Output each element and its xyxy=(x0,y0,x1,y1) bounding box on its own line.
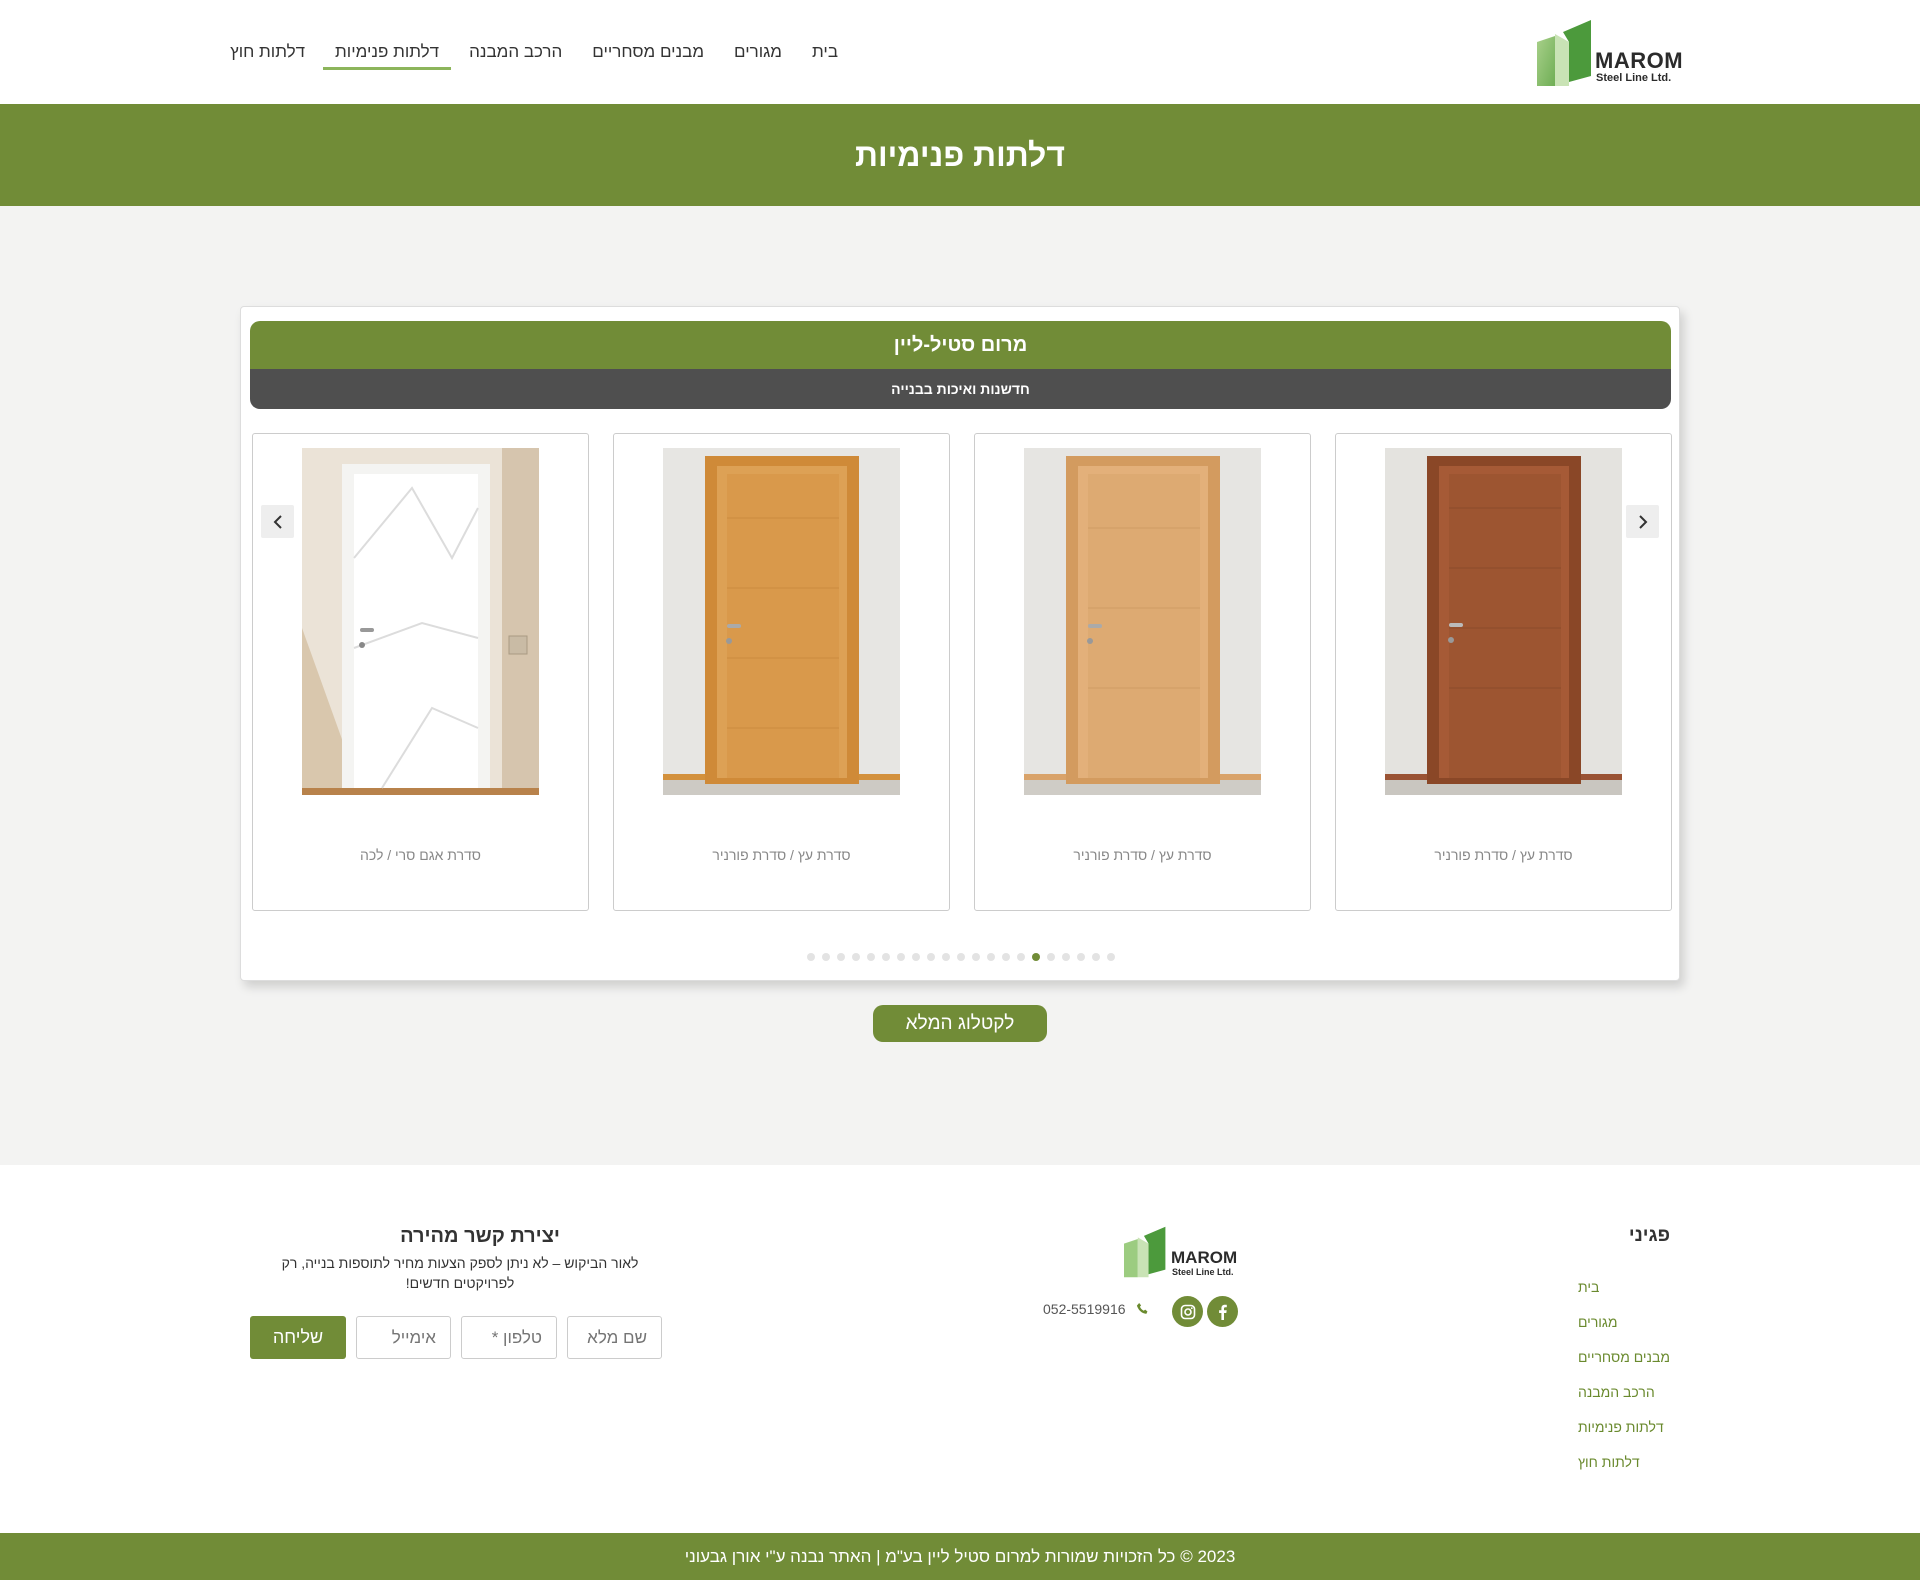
site-logo[interactable]: MAROM Steel Line Ltd. xyxy=(1537,20,1684,86)
nav-item-interior-doors[interactable]: דלתות פנימיות xyxy=(323,0,452,104)
footer-phone[interactable]: 052-5519916 xyxy=(1043,1301,1150,1317)
carousel-dot[interactable] xyxy=(1017,953,1025,961)
carousel-dot[interactable] xyxy=(1062,953,1070,961)
carousel-dot[interactable] xyxy=(837,953,845,961)
carousel-dot[interactable] xyxy=(882,953,890,961)
footer-link-interior-doors[interactable]: דלתות פנימיות xyxy=(1578,1410,1664,1445)
product-card[interactable]: סדרת עץ / סדרת פורניר xyxy=(974,433,1311,911)
product-card[interactable]: סדרת אגם סרי / לכה xyxy=(252,433,589,911)
footer-link-structure[interactable]: הרכב המבנה xyxy=(1578,1375,1655,1410)
email-input[interactable] xyxy=(356,1316,451,1359)
carousel-dot[interactable] xyxy=(1047,953,1055,961)
phone-input[interactable] xyxy=(461,1316,557,1359)
footer-logo-brand: MAROM xyxy=(1171,1248,1238,1267)
full-catalog-button[interactable]: לקטלוג המלא xyxy=(873,1005,1047,1042)
carousel-dot[interactable] xyxy=(1092,953,1100,961)
chevron-right-icon xyxy=(1638,514,1647,529)
facebook-icon xyxy=(1218,1304,1227,1320)
footer-links: בית מגורים מבנים מסחריים הרכב המבנה דלתו… xyxy=(1578,1270,1670,1480)
logo-sub-text: Steel Line Ltd. xyxy=(1596,72,1672,84)
nav-item-residential[interactable]: מגורים xyxy=(722,0,794,104)
footer-link-residential[interactable]: מגורים xyxy=(1578,1305,1618,1340)
product-caption: סדרת עץ / סדרת פורניר xyxy=(1434,847,1573,863)
footer-pages-title: פגיני xyxy=(1628,1225,1670,1246)
phone-number: 052-5519916 xyxy=(1043,1301,1126,1317)
walnut-door-image[interactable] xyxy=(1385,448,1622,795)
carousel-dot[interactable] xyxy=(942,953,950,961)
copyright-text: 2023 © כל הזכויות שמורות למרום סטיל ליין… xyxy=(684,1547,1236,1566)
footer-logo-sub: Steel Line Ltd. xyxy=(1172,1267,1234,1277)
carousel-dot[interactable] xyxy=(1107,953,1115,961)
product-caption: סדרת אגם סרי / לכה xyxy=(360,847,481,863)
logo-mark-icon xyxy=(1124,1226,1166,1278)
nav-item-home[interactable]: בית xyxy=(800,0,850,104)
footer-link-home[interactable]: בית xyxy=(1578,1270,1599,1305)
instagram-link[interactable] xyxy=(1172,1296,1203,1327)
white-lacquer-door-image[interactable] xyxy=(302,448,539,795)
send-button[interactable]: שליחה xyxy=(250,1316,346,1359)
carousel-dot[interactable] xyxy=(867,953,875,961)
carousel-prev-button[interactable] xyxy=(261,505,294,538)
nav-item-exterior-doors[interactable]: דלתות חוץ xyxy=(218,0,317,104)
facebook-link[interactable] xyxy=(1207,1296,1238,1327)
carousel-dot[interactable] xyxy=(822,953,830,961)
product-caption: סדרת עץ / סדרת פורניר xyxy=(712,847,851,863)
oak-veneer-door-image[interactable] xyxy=(663,448,900,795)
carousel-dot[interactable] xyxy=(852,953,860,961)
phone-icon xyxy=(1136,1303,1147,1314)
product-carousel: מרום סטיל-ליין חדשנות ואיכות בבנייה סדרת… xyxy=(240,306,1680,981)
page-title: דלתות פנימיות xyxy=(855,137,1065,173)
carousel-next-button[interactable] xyxy=(1626,505,1659,538)
carousel-dot[interactable] xyxy=(1002,953,1010,961)
carousel-dot[interactable] xyxy=(807,953,815,961)
page-title-banner: דלתות פנימיות xyxy=(0,104,1920,206)
site-header: MAROM Steel Line Ltd. בית מגורים מבנים מ… xyxy=(0,0,1920,104)
carousel-dot[interactable] xyxy=(1032,953,1040,961)
footer-link-exterior-doors[interactable]: דלתות חוץ xyxy=(1578,1445,1640,1480)
carousel-pagination xyxy=(241,953,1681,961)
carousel-dot[interactable] xyxy=(897,953,905,961)
product-card[interactable]: סדרת עץ / סדרת פורניר xyxy=(613,433,950,911)
instagram-icon xyxy=(1180,1304,1195,1319)
full-name-input[interactable] xyxy=(567,1316,662,1359)
carousel-dot[interactable] xyxy=(927,953,935,961)
product-caption: סדרת עץ / סדרת פורניר xyxy=(1073,847,1212,863)
contact-title: יצירת קשר מהירה xyxy=(400,1225,560,1247)
footer-link-commercial[interactable]: מבנים מסחריים xyxy=(1578,1340,1670,1375)
light-oak-door-image[interactable] xyxy=(1024,448,1261,795)
copyright-bar: 2023 © כל הזכויות שמורות למרום סטיל ליין… xyxy=(0,1533,1920,1580)
logo-mark-icon xyxy=(1537,20,1591,86)
product-card[interactable]: סדרת עץ / סדרת פורניר xyxy=(1335,433,1672,911)
main-nav: בית מגורים מבנים מסחריים הרכב המבנה דלתו… xyxy=(215,0,853,104)
carousel-dot[interactable] xyxy=(987,953,995,961)
contact-description: לאור הביקוש – לא ניתן לספק הצעות מחיר לת… xyxy=(281,1255,639,1291)
nav-item-commercial[interactable]: מבנים מסחריים xyxy=(580,0,716,104)
carousel-title: מרום סטיל-ליין xyxy=(250,321,1671,369)
nav-item-structure[interactable]: הרכב המבנה xyxy=(457,0,574,104)
chevron-left-icon xyxy=(273,514,282,529)
carousel-dot[interactable] xyxy=(912,953,920,961)
carousel-dot[interactable] xyxy=(1077,953,1085,961)
carousel-subtitle: חדשנות ואיכות בבנייה xyxy=(250,369,1671,409)
carousel-dot[interactable] xyxy=(972,953,980,961)
footer-logo[interactable]: MAROM Steel Line Ltd. xyxy=(1124,1225,1240,1279)
logo-brand-text: MAROM xyxy=(1595,48,1684,73)
carousel-dot[interactable] xyxy=(957,953,965,961)
